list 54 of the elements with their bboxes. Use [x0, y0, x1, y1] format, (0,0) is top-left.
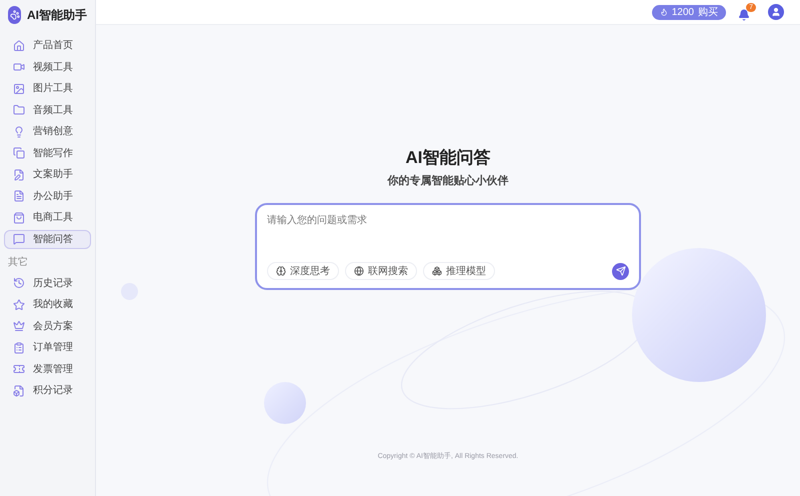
pages-icon	[13, 147, 25, 159]
option-button[interactable]: 深度思考	[267, 262, 339, 280]
bell-icon[interactable]	[738, 9, 750, 21]
ticket-icon	[13, 363, 25, 375]
sidebar-item[interactable]: 文案助手	[4, 165, 91, 184]
sidebar-item[interactable]: 音频工具	[4, 100, 91, 120]
sidebar-item[interactable]: 发票管理	[4, 360, 91, 378]
sidebar-item[interactable]: 视频工具	[4, 58, 91, 76]
sidebar-item[interactable]: 办公助手	[4, 186, 91, 206]
cubes-icon	[432, 266, 442, 276]
folder-icon	[13, 104, 25, 116]
sidebar-item[interactable]: 历史记录	[4, 274, 91, 292]
sidebar-item[interactable]: 电商工具	[4, 208, 91, 227]
document-icon	[13, 384, 25, 396]
section-label: 其它	[7, 256, 29, 270]
brand-title: AI智能助手	[27, 7, 87, 24]
chat-icon	[13, 233, 25, 245]
sidebar-item[interactable]: 营销创意	[4, 122, 91, 141]
sidebar-item[interactable]: 产品首页	[4, 36, 91, 55]
clipboard-icon	[13, 342, 25, 354]
star-icon	[13, 298, 25, 310]
video-icon	[13, 61, 25, 73]
buy-label: 购买	[698, 6, 718, 20]
question-field[interactable]: 请输入您的问题或需求	[267, 213, 629, 228]
page-title: AI智能问答	[406, 147, 490, 169]
globe-icon	[354, 266, 364, 276]
sphere-decoration	[264, 382, 306, 424]
document-icon	[13, 190, 25, 202]
send-button[interactable]	[612, 262, 629, 280]
flame-icon	[660, 8, 668, 16]
sidebar-item[interactable]: 积分记录	[4, 381, 91, 400]
edit-icon	[13, 168, 25, 180]
page-subtitle: 你的专属智能贴心小伙伴	[388, 174, 508, 188]
question-input-box[interactable]: 请输入您的问题或需求 深度思考 联网搜索 推理模型	[255, 203, 641, 290]
send-icon	[616, 266, 626, 276]
sidebar-item[interactable]: 会员方案	[4, 316, 91, 336]
option-button[interactable]: 推理模型	[423, 262, 495, 280]
sidebar-item[interactable]: 订单管理	[4, 338, 91, 357]
sidebar-item[interactable]: 图片工具	[4, 79, 91, 98]
history-icon	[13, 277, 25, 289]
lightbulb-icon	[13, 126, 25, 138]
sidebar-item[interactable]: 我的收藏	[4, 295, 91, 314]
points-button[interactable]: 1200 购买	[652, 4, 726, 20]
crown-icon	[13, 320, 25, 332]
sidebar-item[interactable]: 智能写作	[4, 144, 91, 162]
brain-icon	[276, 266, 286, 276]
sidebar-item[interactable]: 智能问答	[4, 230, 91, 248]
logo-icon	[8, 6, 21, 24]
points-count: 1200	[672, 6, 694, 20]
bag-icon	[13, 212, 25, 224]
avatar-icon[interactable]	[768, 4, 784, 20]
option-button[interactable]: 联网搜索	[345, 262, 417, 280]
image-icon	[13, 82, 25, 94]
home-icon	[13, 40, 25, 52]
